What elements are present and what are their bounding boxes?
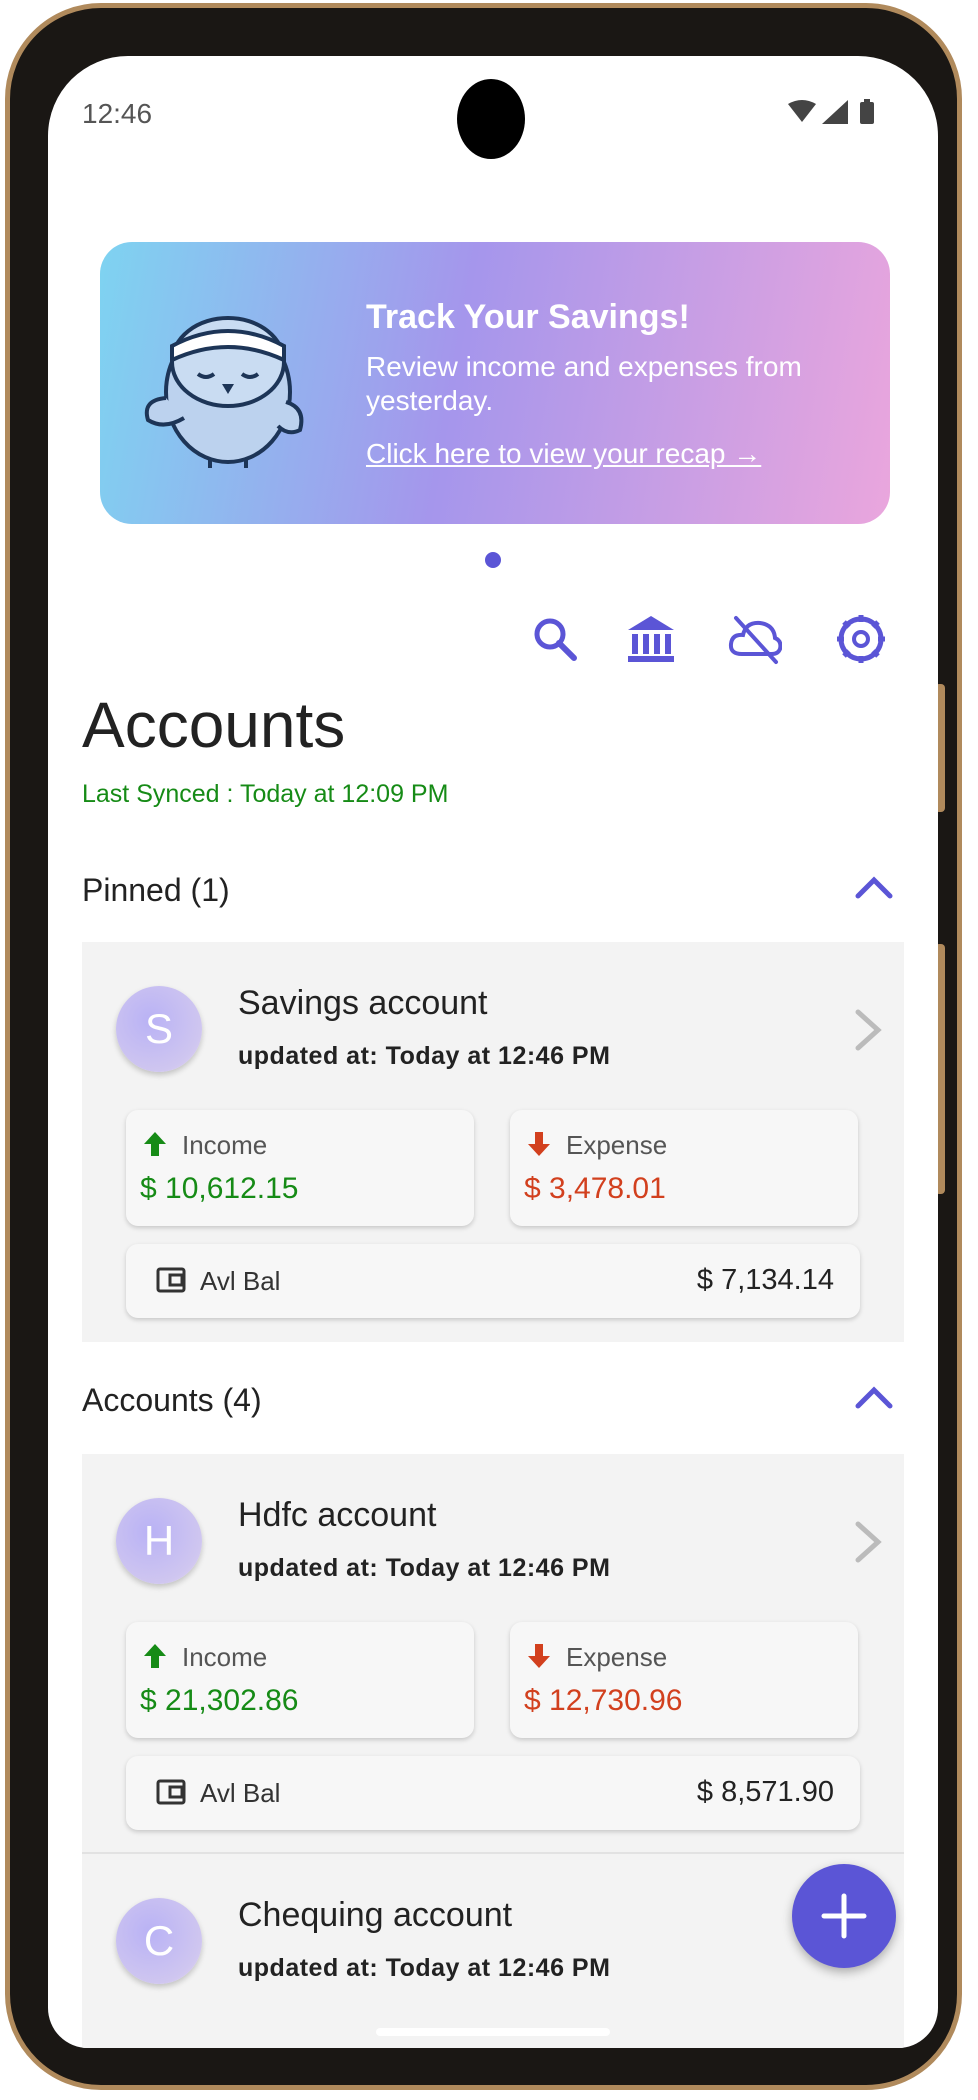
- page-title: Accounts: [82, 689, 346, 761]
- balance-value: $ 8,571.90: [696, 1776, 834, 1808]
- arrow-down-icon: [528, 1132, 550, 1156]
- income-value: $ 21,302.86: [140, 1684, 299, 1717]
- income-label: Income: [182, 1130, 268, 1160]
- expense-tile: Expense $ 3,478.01: [510, 1110, 858, 1226]
- banner-title: Track Your Savings!: [366, 298, 690, 336]
- avatar: S: [116, 986, 202, 1072]
- expense-value: $ 3,478.01: [524, 1172, 666, 1205]
- balance-label: Avl Bal: [200, 1266, 281, 1296]
- account-updated: updated at: Today at 12:46 PM: [238, 1954, 611, 1982]
- chevron-right-icon[interactable]: [850, 1520, 886, 1564]
- account-name: Hdfc account: [238, 1496, 437, 1534]
- arrow-up-icon: [144, 1644, 166, 1668]
- bank-icon[interactable]: [624, 612, 678, 666]
- income-value: $ 10,612.15: [140, 1172, 299, 1205]
- wallet-icon: [156, 1779, 186, 1805]
- home-indicator[interactable]: [376, 2028, 610, 2036]
- chevron-right-icon[interactable]: [850, 1008, 886, 1052]
- income-tile: Income $ 21,302.86: [126, 1622, 474, 1738]
- camera-cutout: [457, 79, 525, 159]
- chevron-up-icon[interactable]: [850, 868, 898, 908]
- chevron-up-icon[interactable]: [850, 1378, 898, 1418]
- expense-tile: Expense $ 12,730.96: [510, 1622, 858, 1738]
- avatar: H: [116, 1498, 202, 1584]
- banner-subtitle: Review income and expenses from yesterda…: [366, 351, 802, 416]
- balance-label: Avl Bal: [200, 1778, 281, 1808]
- wifi-icon: [788, 100, 816, 122]
- balance-value: $ 7,134.14: [696, 1264, 834, 1296]
- bird-mascot-icon: [144, 316, 304, 468]
- recap-banner[interactable]: Track Your Savings! Review income and ex…: [100, 242, 890, 524]
- account-updated: updated at: Today at 12:46 PM: [238, 1042, 611, 1070]
- status-icons: [788, 99, 874, 124]
- income-label: Income: [182, 1642, 268, 1672]
- account-card-hdfc[interactable]: H Hdfc account updated at: Today at 12:4…: [82, 1454, 904, 1852]
- account-name: Chequing account: [238, 1896, 513, 1934]
- account-card-chequing[interactable]: C Chequing account updated at: Today at …: [82, 1852, 904, 2048]
- arrow-up-icon: [144, 1132, 166, 1156]
- avatar: C: [116, 1898, 202, 1984]
- settings-icon[interactable]: [834, 612, 888, 666]
- cloud-off-icon[interactable]: [728, 612, 782, 666]
- account-updated: updated at: Today at 12:46 PM: [238, 1554, 611, 1582]
- accounts-section-header[interactable]: Accounts (4): [82, 1382, 262, 1419]
- available-balance-tile: Avl Bal $ 7,134.14: [126, 1244, 860, 1318]
- app-screen: 12:46 Track Your Savings! Review income …: [48, 56, 938, 2048]
- last-synced-text: Last Synced : Today at 12:09 PM: [82, 780, 449, 808]
- view-recap-link[interactable]: Click here to view your recap →: [366, 438, 761, 470]
- arrow-down-icon: [528, 1644, 550, 1668]
- account-name: Savings account: [238, 984, 488, 1022]
- income-tile: Income $ 10,612.15: [126, 1110, 474, 1226]
- expense-label: Expense: [566, 1642, 668, 1672]
- status-time: 12:46: [82, 98, 153, 129]
- account-card-savings[interactable]: S Savings account updated at: Today at 1…: [82, 942, 904, 1342]
- signal-icon: [822, 100, 848, 124]
- phone-frame: 12:46 Track Your Savings! Review income …: [5, 3, 962, 2090]
- carousel-dot[interactable]: [485, 552, 501, 568]
- search-icon[interactable]: [528, 612, 582, 666]
- expense-value: $ 12,730.96: [524, 1684, 683, 1717]
- available-balance-tile: Avl Bal $ 8,571.90: [126, 1756, 860, 1830]
- wallet-icon: [156, 1267, 186, 1293]
- add-account-button[interactable]: [792, 1864, 896, 1968]
- pinned-section-header[interactable]: Pinned (1): [82, 872, 230, 909]
- battery-icon: [860, 102, 874, 124]
- expense-label: Expense: [566, 1130, 668, 1160]
